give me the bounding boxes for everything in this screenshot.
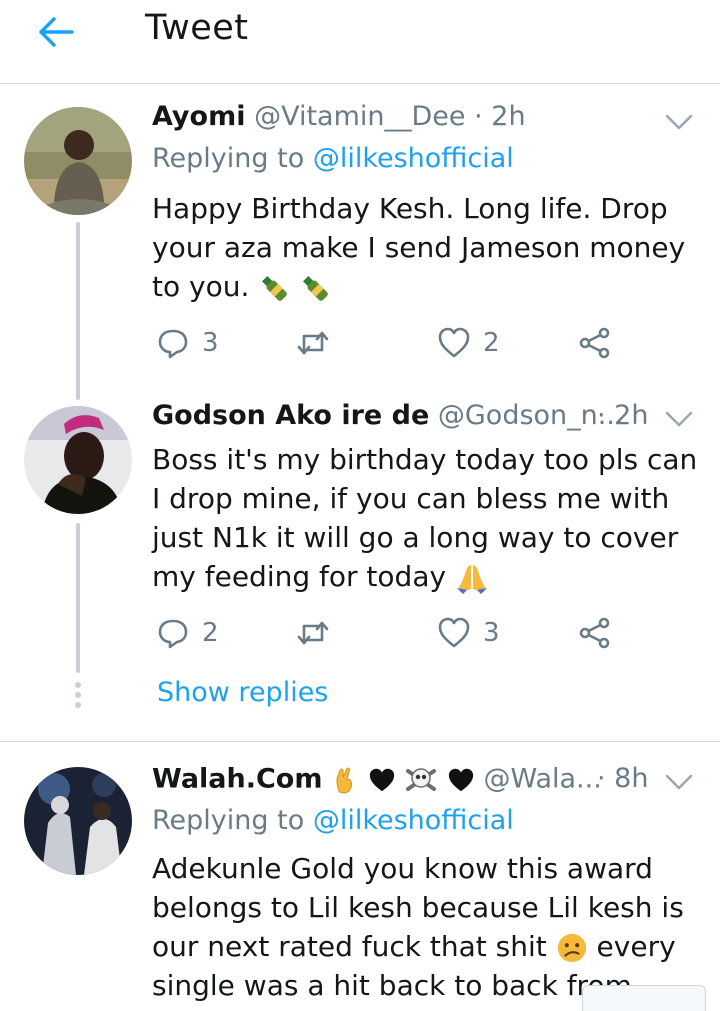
- crossed-fingers-emoji: [336, 767, 353, 794]
- reply-icon: [158, 619, 188, 649]
- avatar[interactable]: [24, 107, 132, 215]
- chevron-down-icon[interactable]: [664, 112, 694, 132]
- timestamp: · 2h: [474, 101, 526, 132]
- like-button[interactable]: 2: [437, 323, 500, 363]
- display-name[interactable]: Walah.Com: [152, 764, 323, 795]
- tweet-text: Boss it's my birthday today too pls can …: [152, 440, 712, 596]
- like-count: 3: [483, 618, 500, 648]
- display-name[interactable]: Godson Ako ire de: [152, 400, 429, 431]
- chevron-down-icon[interactable]: [664, 409, 694, 429]
- mention-link[interactable]: @lilkeshofficial: [313, 805, 514, 836]
- username[interactable]: @Godson_n...: [438, 400, 624, 431]
- retweet-icon: [297, 331, 329, 355]
- skull-crossbones-emoji: [406, 768, 437, 791]
- username[interactable]: @Wala...: [483, 764, 601, 795]
- retweet-icon: [297, 621, 329, 645]
- retweet-button[interactable]: [296, 323, 330, 363]
- tweet-text: Adekunle Gold you know this award belong…: [152, 849, 712, 1005]
- tweet-1[interactable]: Ayomi @Vitamin__Dee · 2h Replying to @li…: [0, 0, 720, 400]
- reply-icon: [158, 329, 188, 359]
- thread-line: [76, 222, 80, 400]
- heart-icon: [438, 617, 470, 648]
- tweet-2[interactable]: Godson Ako ire de @Godson_n... · 2h Boss…: [0, 385, 720, 740]
- username[interactable]: @Vitamin__Dee: [254, 101, 465, 132]
- share-icon: [579, 617, 610, 649]
- replying-to-label: Replying to: [152, 805, 305, 836]
- avatar[interactable]: [24, 767, 132, 875]
- retweet-button[interactable]: [296, 613, 330, 653]
- tweet-actions: 2 3: [152, 613, 632, 653]
- reply-button[interactable]: 2: [156, 613, 219, 653]
- black-heart-emoji: [369, 768, 394, 792]
- like-count: 2: [483, 328, 500, 358]
- reply-count: 2: [202, 618, 219, 648]
- bottle-emoji: [262, 276, 288, 301]
- tweet-text: Happy Birthday Kesh. Long life. Drop you…: [152, 189, 712, 306]
- show-replies-link[interactable]: Show replies: [157, 677, 328, 708]
- share-icon: [579, 327, 610, 359]
- chevron-down-icon[interactable]: [664, 772, 694, 792]
- tweet-3[interactable]: Walah.Com @Wala... · 8h Replying to @lil…: [0, 742, 720, 1011]
- share-button[interactable]: [578, 323, 612, 363]
- floating-button-edge[interactable]: [582, 985, 706, 1011]
- thread-line: [76, 523, 80, 673]
- thread-continuation-dots: [75, 682, 81, 712]
- tweet-text-content: Boss it's my birthday today too pls can …: [152, 443, 698, 593]
- folded-hands-emoji: [456, 565, 487, 594]
- timestamp: · 8h: [597, 763, 649, 794]
- replying-to: Replying to @lilkeshofficial: [152, 143, 514, 174]
- timestamp: · 2h: [597, 400, 649, 431]
- share-button[interactable]: [578, 613, 612, 653]
- replying-to-label: Replying to: [152, 143, 305, 174]
- tweet-header: Walah.Com @Wala...: [152, 763, 602, 797]
- reply-count: 3: [202, 328, 219, 358]
- avatar[interactable]: [24, 406, 132, 514]
- like-button[interactable]: 3: [437, 613, 500, 653]
- tweet-text-content: Happy Birthday Kesh. Long life. Drop you…: [152, 192, 686, 303]
- black-heart-emoji: [448, 768, 474, 792]
- display-name[interactable]: Ayomi: [152, 101, 245, 132]
- tweet-header: Godson Ako ire de @Godson_n...: [152, 400, 624, 431]
- bottle-emoji: [303, 276, 328, 301]
- replying-to: Replying to @lilkeshofficial: [152, 805, 514, 836]
- mention-link[interactable]: @lilkeshofficial: [313, 143, 514, 174]
- tweet-actions: 3 2: [152, 323, 632, 363]
- reply-button[interactable]: 3: [156, 323, 219, 363]
- confused-face-emoji: [557, 933, 586, 963]
- tweet-header: Ayomi @Vitamin__Dee · 2h: [152, 101, 526, 132]
- heart-icon: [438, 327, 470, 358]
